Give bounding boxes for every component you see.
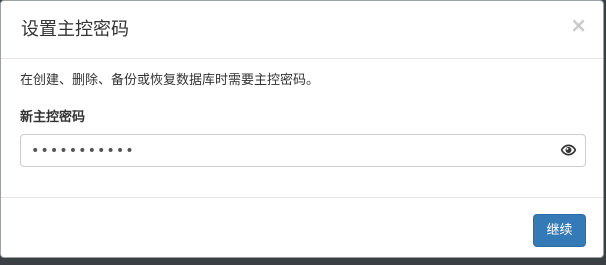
dialog-description: 在创建、删除、备份或恢复数据库时需要主控密码。: [20, 73, 320, 88]
password-input-group: [20, 134, 586, 167]
continue-button[interactable]: 继续: [533, 214, 586, 247]
master-password-label: 新主控密码: [20, 110, 86, 125]
master-password-input[interactable]: [20, 134, 586, 167]
dialog-body: 在创建、删除、备份或恢复数据库时需要主控密码。 新主控密码: [1, 59, 603, 198]
dialog-footer: 继续: [1, 198, 603, 257]
dialog-title: 设置主控密码: [21, 19, 129, 40]
eye-icon[interactable]: [560, 143, 577, 157]
set-master-password-dialog: 设置主控密码 × 在创建、删除、备份或恢复数据库时需要主控密码。 新主控密码 继…: [0, 0, 604, 258]
dialog-header: 设置主控密码 ×: [1, 1, 603, 59]
close-button[interactable]: ×: [570, 15, 587, 35]
